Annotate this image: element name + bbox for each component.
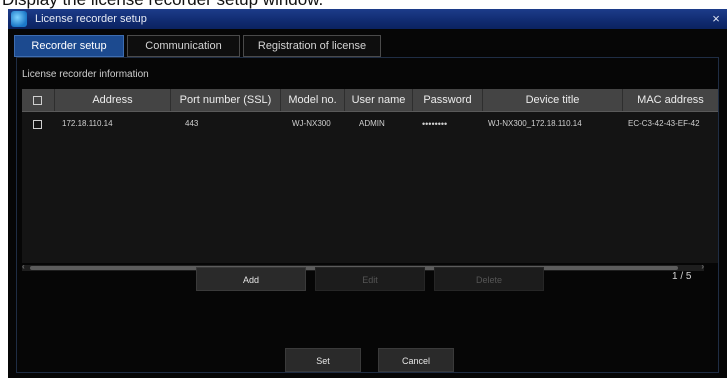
title-bar: License recorder setup × <box>8 9 727 29</box>
edit-button[interactable]: Edit <box>315 267 425 291</box>
column-header-port[interactable]: Port number (SSL) <box>170 89 280 111</box>
page-indicator: 1 / 5 <box>672 271 692 282</box>
cancel-button[interactable]: Cancel <box>378 348 454 372</box>
scroll-right-icon[interactable]: › <box>701 262 704 271</box>
app-icon <box>11 11 27 27</box>
close-icon[interactable]: × <box>709 9 723 29</box>
column-header-password[interactable]: Password <box>412 89 482 111</box>
select-all-checkbox[interactable] <box>33 96 42 105</box>
row-checkbox[interactable] <box>33 120 42 129</box>
caption-text: Display the license recorder setup windo… <box>2 0 323 9</box>
tab-recorder-setup[interactable]: Recorder setup <box>14 35 124 57</box>
set-button[interactable]: Set <box>285 348 361 372</box>
column-header-mac-address[interactable]: MAC address <box>622 89 718 111</box>
scroll-left-icon[interactable]: ‹ <box>22 262 25 271</box>
recorder-table: Address Port number (SSL) Model no. User… <box>22 89 718 263</box>
tab-registration-of-license[interactable]: Registration of license <box>243 35 381 57</box>
tab-communication[interactable]: Communication <box>127 35 240 57</box>
window-title: License recorder setup <box>35 13 147 25</box>
license-recorder-setup-window: License recorder setup × Recorder setup … <box>8 9 727 378</box>
cell-model: WJ-NX300 <box>292 119 331 128</box>
table-header: Address Port number (SSL) Model no. User… <box>22 89 718 112</box>
delete-button[interactable]: Delete <box>434 267 544 291</box>
cell-address: 172.18.110.14 <box>62 119 113 128</box>
column-header-address[interactable]: Address <box>54 89 170 111</box>
column-header-model[interactable]: Model no. <box>280 89 344 111</box>
column-header-user-name[interactable]: User name <box>344 89 412 111</box>
column-header-device-title[interactable]: Device title <box>482 89 622 111</box>
section-label: License recorder information <box>22 69 149 80</box>
cell-user-name: ADMIN <box>359 119 385 128</box>
cell-mac-address: EC-C3-42-43-EF-42 <box>628 119 700 128</box>
cell-device-title: WJ-NX300_172.18.110.14 <box>488 119 582 128</box>
cell-password: •••••••• <box>422 119 448 129</box>
cell-port: 443 <box>185 119 199 128</box>
table-row[interactable]: 172.18.110.14 443 WJ-NX300 ADMIN •••••••… <box>22 113 718 135</box>
add-button[interactable]: Add <box>196 267 306 291</box>
